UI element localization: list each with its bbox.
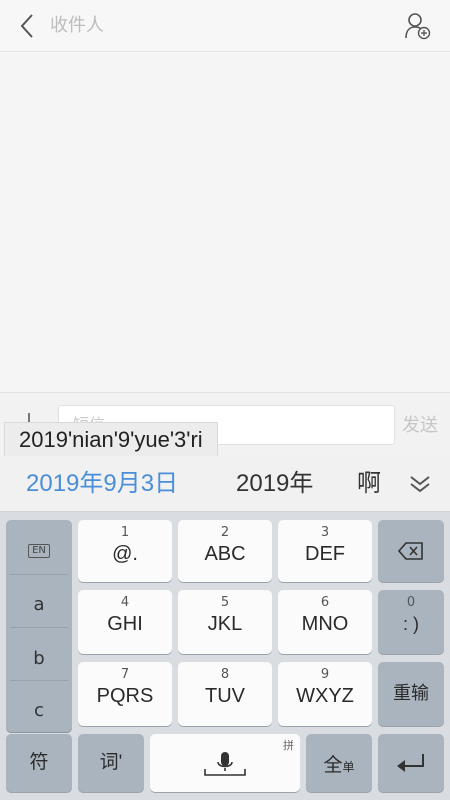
key-label: WXYZ [296, 685, 354, 707]
key-number: 6 [320, 595, 330, 610]
key-label: DEF [305, 543, 345, 565]
add-contact-button[interactable] [404, 11, 432, 41]
keyboard: EN a b c 1 @. 2 ABC 3 DEF 4 GHI 5 JKL 6 … [0, 512, 450, 800]
send-button[interactable]: 发送 [402, 411, 438, 437]
backspace-icon [397, 542, 423, 560]
side-key-b[interactable]: b [6, 648, 72, 669]
en-toggle-key[interactable]: EN [6, 538, 72, 558]
fullwidth-label: 全 [323, 754, 343, 776]
recipient-field[interactable]: 收件人 [50, 13, 104, 39]
key-number: 0 [406, 595, 416, 610]
key-5[interactable]: 5 JKL [178, 590, 272, 654]
side-key-c[interactable]: c [6, 700, 72, 721]
key-label: TUV [205, 685, 245, 707]
key-0[interactable]: 0 : ) [378, 590, 444, 654]
back-button[interactable] [14, 12, 40, 40]
key-4[interactable]: 4 GHI [78, 590, 172, 654]
key-label: PQRS [96, 685, 154, 707]
key-number: 5 [220, 595, 230, 610]
key-label: : ) [403, 614, 419, 634]
chevron-left-icon [20, 14, 33, 38]
key-2[interactable]: 2 ABC [178, 520, 272, 582]
enter-button[interactable] [378, 734, 444, 792]
double-chevron-down-icon [410, 476, 430, 493]
key-number: 8 [220, 667, 230, 682]
divider [10, 574, 68, 575]
key-label: 全单 [306, 750, 372, 777]
enter-arrow-icon [397, 754, 424, 772]
key-number: 7 [120, 667, 130, 682]
key-8[interactable]: 8 TUV [178, 662, 272, 726]
key-3[interactable]: 3 DEF [278, 520, 372, 582]
fullwidth-sub-label: 单 [342, 760, 355, 774]
side-letter-column: EN a b c [6, 520, 72, 732]
key-label: MNO [301, 613, 349, 635]
key-6[interactable]: 6 MNO [278, 590, 372, 654]
key-label: @. [112, 543, 138, 565]
candidate-2[interactable]: 2019年 [236, 468, 313, 500]
word-button[interactable]: 词' [78, 734, 144, 792]
key-7[interactable]: 7 PQRS [78, 662, 172, 726]
pinyin-composing-text: 2019'nian'9'yue'3'ri [4, 422, 218, 456]
en-label: EN [28, 544, 50, 558]
key-label: 符 [29, 752, 49, 773]
key-number: 4 [120, 595, 130, 610]
reenter-button[interactable]: 重输 [378, 662, 444, 726]
candidate-1[interactable]: 2019年9月3日 [26, 468, 178, 500]
message-area [0, 53, 450, 391]
divider [10, 627, 68, 628]
key-1[interactable]: 1 @. [78, 520, 172, 582]
divider [10, 680, 68, 681]
key-number: 2 [220, 525, 230, 540]
top-bar: 收件人 [0, 0, 450, 52]
pinyin-badge: 拼 [283, 739, 294, 752]
microphone-icon [204, 752, 246, 776]
key-number: 9 [320, 667, 330, 682]
add-contact-icon [405, 13, 431, 40]
key-label: GHI [107, 613, 143, 635]
candidate-bar: 2019年9月3日 2019年 啊 [0, 456, 450, 512]
key-label: ABC [204, 543, 246, 565]
delete-button[interactable] [378, 520, 444, 582]
side-key-a[interactable]: a [6, 594, 72, 615]
key-label: 重输 [393, 683, 429, 703]
fullwidth-toggle-button[interactable]: 全单 [306, 734, 372, 792]
key-9[interactable]: 9 WXYZ [278, 662, 372, 726]
key-number: 3 [320, 525, 330, 540]
symbol-button[interactable]: 符 [6, 734, 72, 792]
candidate-3[interactable]: 啊 [357, 468, 381, 500]
key-label: JKL [207, 613, 243, 635]
key-label: 词' [99, 752, 123, 773]
key-number: 1 [120, 525, 130, 540]
expand-candidates-button[interactable] [408, 472, 432, 496]
space-voice-button[interactable]: 拼 [150, 734, 300, 792]
